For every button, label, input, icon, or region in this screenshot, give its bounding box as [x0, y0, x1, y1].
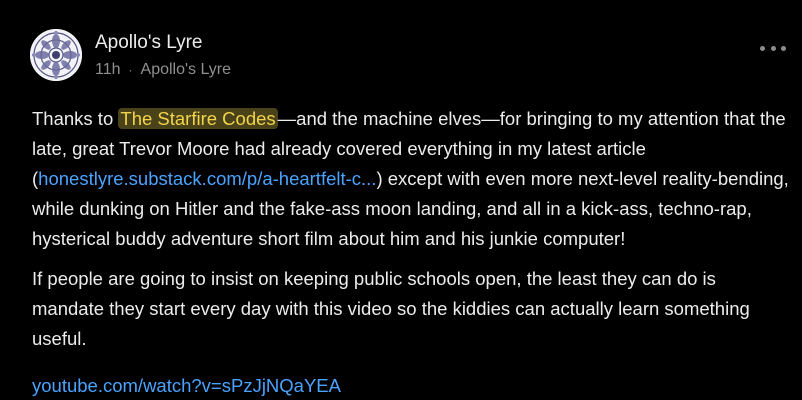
p1-text-before: Thanks to [32, 108, 119, 129]
more-dot [760, 45, 765, 51]
youtube-link[interactable]: youtube.com/watch?v=sPzJjNQaYEA [32, 375, 341, 396]
more-dot [781, 45, 786, 51]
post-meta: Apollo's Lyre 11h · Apollo's Lyre [95, 31, 231, 80]
post-paragraph-2: If people are going to insist on keeping… [32, 268, 750, 349]
mention-starfire-codes[interactable]: The Starfire Codes [118, 108, 278, 129]
more-options-icon[interactable] [760, 42, 786, 54]
author-name[interactable]: Apollo's Lyre [95, 31, 231, 55]
publication-name[interactable]: Apollo's Lyre [141, 60, 232, 80]
youtube-link-row: youtube.com/watch?v=sPzJjNQaYEA [32, 371, 792, 400]
article-link[interactable]: honestlyre.substack.com/p/a-heartfelt-c.… [38, 168, 376, 189]
mandala-avatar-icon[interactable] [30, 29, 82, 81]
post-card: Apollo's Lyre 11h · Apollo's Lyre Thanks… [0, 0, 802, 400]
post-paragraph-1: Thanks to The Starfire Codes —and the mac… [32, 104, 792, 254]
post-body: Thanks to The Starfire Codes —and the mac… [32, 104, 792, 400]
timestamp: 11h [95, 61, 121, 78]
more-dot [770, 45, 776, 51]
separator-dot: · [128, 63, 133, 77]
post-subline: 11h · Apollo's Lyre [95, 60, 231, 80]
post-header: Apollo's Lyre 11h · Apollo's Lyre [30, 29, 231, 81]
